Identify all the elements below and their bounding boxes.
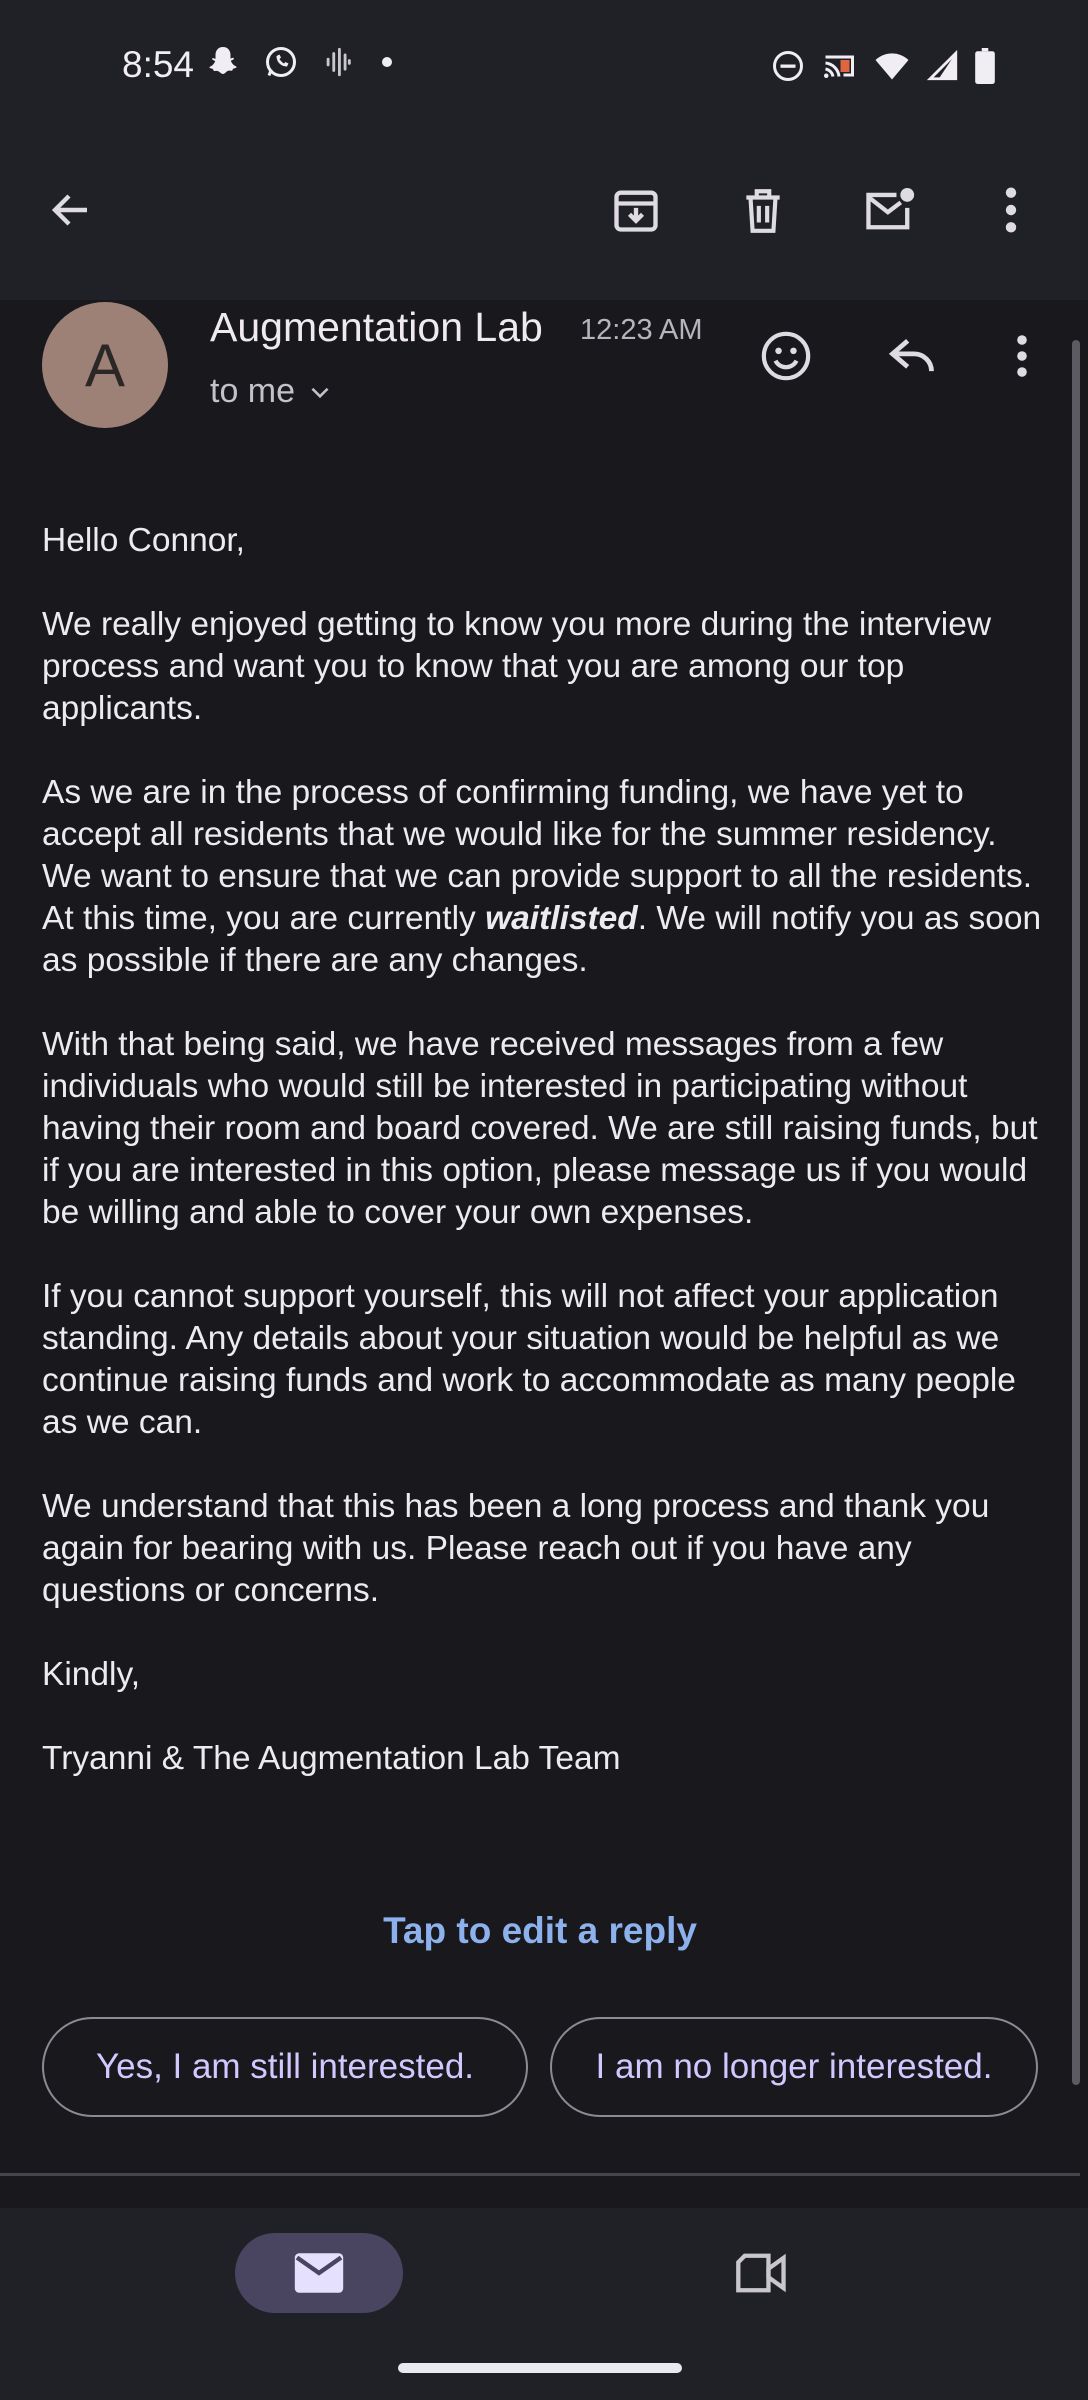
greeting: Hello Connor, [42, 522, 245, 559]
body-paragraph: With that being said, we have received m… [42, 1026, 1038, 1231]
signature: Tryanni & The Augmentation Lab Team [42, 1740, 621, 1777]
mail-icon [294, 2253, 344, 2293]
tap-to-edit-reply[interactable]: Tap to edit a reply [0, 1910, 1080, 1952]
do-not-disturb-icon [770, 48, 806, 89]
delete-button[interactable] [728, 175, 798, 245]
status-notification-icons [205, 44, 397, 85]
more-options-button[interactable] [976, 175, 1046, 245]
more-vert-icon [1005, 187, 1017, 233]
recipient-details-toggle[interactable]: to me [210, 372, 333, 411]
message-more-button[interactable] [1000, 318, 1044, 394]
back-button[interactable] [36, 175, 106, 245]
battery-icon [974, 48, 996, 89]
body-paragraph: As we are in the process of confirming f… [42, 772, 1052, 982]
archive-button[interactable] [601, 175, 671, 245]
smart-reply-chip[interactable]: I am no longer interested. [550, 2017, 1038, 2117]
video-icon [736, 2253, 786, 2293]
chevron-down-icon [311, 387, 329, 398]
email-time: 12:23 AM [580, 314, 703, 346]
body-paragraph: We understand that this has been a long … [42, 1488, 990, 1609]
scrollbar[interactable] [1072, 340, 1080, 2085]
body-paragraph: If you cannot support yourself, this wil… [42, 1278, 1016, 1441]
closing: Kindly, [42, 1656, 141, 1693]
recipient-label: to me [210, 372, 296, 410]
archive-icon [614, 190, 658, 232]
nav-item-mail[interactable] [235, 2233, 403, 2313]
reply-button[interactable] [874, 318, 950, 394]
dot-icon [377, 52, 397, 77]
wifi-icon [872, 48, 912, 89]
status-system-icons [770, 48, 996, 89]
status-bar: 8:54 [0, 0, 1088, 135]
signal-icon [926, 49, 960, 88]
home-indicator[interactable] [398, 2363, 682, 2373]
emoji-icon [761, 331, 811, 381]
emphasis-text: waitlisted [485, 900, 638, 937]
status-time: 8:54 [122, 44, 195, 85]
reply-icon [888, 339, 934, 372]
delete-icon [746, 189, 780, 233]
email-toolbar [0, 135, 1088, 300]
nav-item-meet[interactable] [722, 2238, 802, 2308]
back-arrow-icon [51, 194, 87, 226]
smart-reply-chip[interactable]: Yes, I am still interested. [42, 2017, 528, 2117]
sender-avatar[interactable]: A [42, 302, 168, 428]
body-paragraph: We really enjoyed getting to know you mo… [42, 606, 992, 727]
add-reaction-button[interactable] [748, 318, 824, 394]
mark-unread-icon [866, 188, 915, 230]
sender-name: Augmentation Lab [210, 304, 543, 350]
email-body: Hello Connor, We really enjoyed getting … [42, 520, 1052, 1822]
voice-wave-icon [321, 45, 355, 84]
snapchat-icon [205, 44, 241, 85]
mark-unread-button[interactable] [855, 175, 925, 245]
more-vert-icon [1017, 335, 1027, 377]
cast-icon [820, 48, 858, 89]
divider [0, 2173, 1080, 2176]
whatsapp-icon [263, 44, 299, 85]
